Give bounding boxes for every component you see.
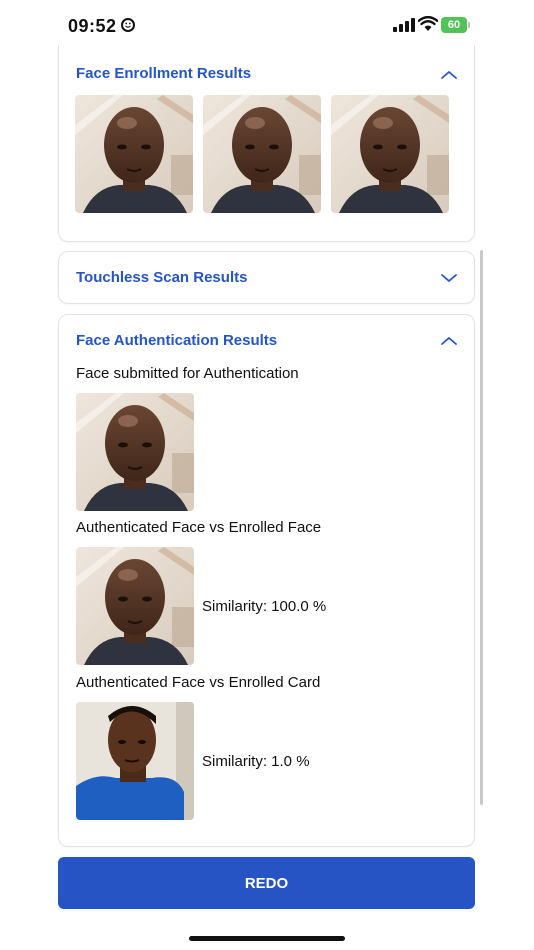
status-time: 09:52 — [68, 16, 117, 36]
enrolled-face-photo — [331, 95, 449, 213]
signal-icon — [393, 18, 415, 32]
redo-button[interactable]: REDO — [58, 857, 475, 909]
face-similarity-text: Similarity: 100.0 % — [202, 598, 327, 615]
scrollbar[interactable] — [480, 250, 483, 805]
submitted-face-label: Face submitted for Authentication — [76, 365, 299, 382]
face-authentication-card: Face Authentication Results Face submitt… — [58, 314, 475, 847]
enrolled-face-photo — [75, 95, 193, 213]
touchless-scan-title[interactable]: Touchless Scan Results — [76, 269, 247, 286]
smiley-icon — [121, 18, 135, 32]
submitted-face-photo — [76, 393, 194, 511]
enrolled-face-photo — [203, 95, 321, 213]
face-vs-card-label: Authenticated Face vs Enrolled Card — [76, 674, 321, 691]
card-similarity-text: Similarity: 1.0 % — [202, 753, 310, 770]
face-enrollment-card: Face Enrollment Results — [58, 45, 475, 242]
enrolled-card-photo — [76, 702, 194, 820]
wifi-icon — [418, 16, 438, 31]
face-vs-face-label: Authenticated Face vs Enrolled Face — [76, 519, 322, 536]
home-indicator[interactable] — [189, 936, 345, 941]
chevron-up-icon[interactable] — [440, 335, 458, 347]
authenticated-face-photo — [76, 547, 194, 665]
chevron-down-icon[interactable] — [440, 272, 458, 284]
chevron-up-icon[interactable] — [440, 69, 458, 81]
battery-icon: 60 — [441, 17, 467, 33]
battery-tip — [468, 22, 470, 28]
face-enrollment-title[interactable]: Face Enrollment Results — [76, 65, 251, 82]
face-authentication-title[interactable]: Face Authentication Results — [76, 332, 277, 349]
status-bar: 09:52 60 — [0, 0, 534, 50]
touchless-scan-card[interactable]: Touchless Scan Results — [58, 251, 475, 304]
